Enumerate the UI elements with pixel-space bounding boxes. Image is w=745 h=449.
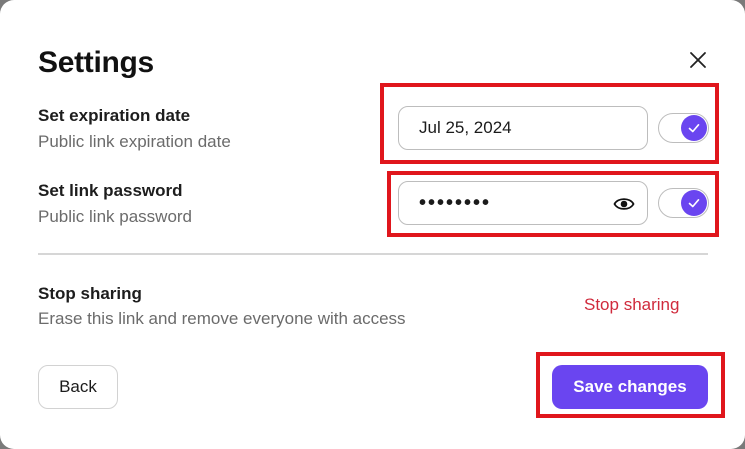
show-password-button[interactable] [613,194,635,214]
eye-icon [613,198,635,210]
back-button[interactable]: Back [38,365,118,409]
settings-dialog: Settings Set expiration date Public link… [0,0,745,449]
close-button[interactable] [684,46,712,74]
expiration-date-input[interactable]: Jul 25, 2024 [398,106,648,150]
password-input[interactable]: •••••••• [398,181,648,225]
divider [38,253,708,255]
expiration-description: Public link expiration date [38,132,231,151]
stop-sharing-label: Stop sharing [38,284,142,303]
password-masked-value: •••••••• [419,191,492,214]
check-icon [688,198,700,208]
expiration-toggle[interactable] [658,113,709,143]
toggle-knob [681,190,707,216]
expiration-date-value: Jul 25, 2024 [419,118,512,137]
stop-sharing-link[interactable]: Stop sharing [584,295,679,315]
password-toggle[interactable] [658,188,709,218]
stop-sharing-description: Erase this link and remove everyone with… [38,309,406,328]
toggle-knob [681,115,707,141]
save-changes-button[interactable]: Save changes [552,365,708,409]
close-icon [690,52,706,68]
password-label: Set link password [38,181,183,200]
password-description: Public link password [38,207,193,226]
expiration-label: Set expiration date [38,106,191,125]
check-icon [688,123,700,133]
dialog-title: Settings [38,46,154,79]
